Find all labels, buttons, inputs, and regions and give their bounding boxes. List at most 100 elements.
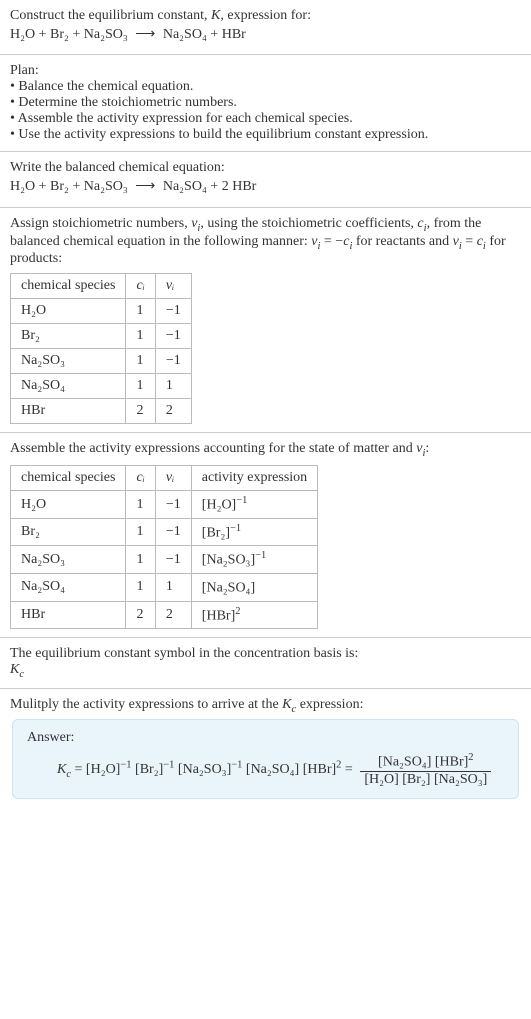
- cell-nu: 2: [155, 601, 191, 629]
- balanced-rhs: Na₂SO₄ + 2 HBr: [163, 179, 257, 194]
- arrow-icon: ⟶: [131, 179, 159, 194]
- balanced-section: Write the balanced chemical equation: H₂…: [0, 152, 531, 207]
- cell-species: HBr: [11, 399, 126, 424]
- cell-species: Na₂SO₃: [11, 546, 126, 574]
- table-row: HBr22[HBr]2: [11, 601, 318, 629]
- nu-rel2: νi: [453, 234, 462, 249]
- expr-base: [Na₂SO₄]: [202, 581, 255, 596]
- activity-intro-1: Assemble the activity expressions accoun…: [10, 441, 416, 456]
- pow: −1: [120, 759, 131, 770]
- cell-species: H₂O: [11, 491, 126, 519]
- cell-expr: [Na₂SO₃]−1: [191, 546, 317, 574]
- stoich-intro: Assign stoichiometric numbers, νi, using…: [10, 216, 521, 268]
- cell-species: H₂O: [11, 299, 126, 324]
- cell-c: 1: [126, 546, 155, 574]
- cell-c: 1: [126, 374, 155, 399]
- plan-item: • Balance the chemical equation.: [10, 79, 521, 95]
- cell-nu: 1: [155, 574, 191, 602]
- expr-base: [HBr]: [202, 608, 235, 623]
- plan-section: Plan: • Balance the chemical equation. •…: [0, 55, 531, 152]
- K: K: [10, 662, 19, 677]
- K: K: [57, 762, 66, 777]
- equation-rhs: Na₂SO₄ + HBr: [163, 27, 246, 42]
- cell-nu: −1: [155, 299, 191, 324]
- symbol-Kc: Kc: [10, 662, 521, 680]
- term: [Br₂]: [135, 762, 163, 777]
- cell-species: Br₂: [11, 518, 126, 546]
- activity-intro: Assemble the activity expressions accoun…: [10, 441, 521, 459]
- cell-c: 2: [126, 399, 155, 424]
- cell-nu: −1: [155, 546, 191, 574]
- cell-expr: [H₂O]−1: [191, 491, 317, 519]
- symbol-section: The equilibrium constant symbol in the c…: [0, 638, 531, 689]
- cell-species: Na₂SO₄: [11, 374, 126, 399]
- answer-box: Answer: Kc = [H₂O]−1 [Br₂]−1 [Na₂SO₃]−1 …: [12, 719, 519, 799]
- expr-base: [H₂O]: [202, 498, 236, 513]
- pow: −1: [163, 759, 174, 770]
- activity-intro-2: :: [425, 441, 429, 456]
- den-term: [Na₂SO₃]: [434, 772, 487, 787]
- expr-pow: −1: [255, 550, 266, 561]
- num-term: [HBr]: [435, 755, 468, 770]
- table-row: Br₂1−1: [11, 324, 192, 349]
- den-term: [Br₂]: [402, 772, 430, 787]
- eq-neg: = −: [320, 234, 343, 249]
- balanced-lhs: H₂O + Br₂ + Na₂SO₃: [10, 179, 128, 194]
- table-row: Na₂SO₃1−1[Na₂SO₃]−1: [11, 546, 318, 574]
- cell-species: Br₂: [11, 324, 126, 349]
- cell-c: 1: [126, 324, 155, 349]
- fraction: [Na₂SO₄] [HBr]2[H₂O] [Br₂] [Na₂SO₃]: [360, 752, 491, 788]
- plan-title: Plan:: [10, 63, 521, 79]
- c-header: cᵢ: [136, 470, 144, 485]
- col-c: cᵢ: [126, 274, 155, 299]
- prompt-text-1: Construct the equilibrium constant,: [10, 8, 211, 23]
- table-header-row: chemical species cᵢ νᵢ: [11, 274, 192, 299]
- term: [Na₂SO₄]: [246, 762, 299, 777]
- rel-tail-1: for reactants and: [352, 234, 452, 249]
- cell-c: 1: [126, 349, 155, 374]
- cell-species: Na₂SO₄: [11, 574, 126, 602]
- unbalanced-equation: H₂O + Br₂ + Na₂SO₃ ⟶ Na₂SO₄ + HBr: [10, 24, 521, 46]
- stoich-section: Assign stoichiometric numbers, νi, using…: [0, 208, 531, 434]
- col-c: cᵢ: [126, 466, 155, 491]
- eq-pos: =: [462, 234, 477, 249]
- c-header: cᵢ: [136, 278, 144, 293]
- stoich-intro-2: , using the stoichiometric coefficients,: [200, 216, 417, 231]
- cell-species: HBr: [11, 601, 126, 629]
- multiply-line: Mulitply the activity expressions to arr…: [10, 697, 521, 715]
- balanced-title: Write the balanced chemical equation:: [10, 160, 521, 176]
- expr-pow: −1: [230, 523, 241, 534]
- cell-c: 1: [126, 574, 155, 602]
- cell-c: 2: [126, 601, 155, 629]
- cell-c: 1: [126, 518, 155, 546]
- equals: =: [341, 762, 356, 777]
- expr-pow: −1: [236, 495, 247, 506]
- c-rel2: ci: [477, 234, 486, 249]
- prompt-line: Construct the equilibrium constant, K, e…: [10, 8, 521, 24]
- K-symbol: K: [211, 8, 220, 23]
- expr-base: [Na₂SO₃]: [202, 553, 255, 568]
- cell-nu: 2: [155, 399, 191, 424]
- table-row: Br₂1−1[Br₂]−1: [11, 518, 318, 546]
- pow: −1: [231, 759, 242, 770]
- expr-pow: 2: [235, 606, 240, 617]
- term: [H₂O]: [86, 762, 120, 777]
- equals: =: [71, 762, 86, 777]
- term: [Na₂SO₃]: [178, 762, 231, 777]
- arrow-icon: ⟶: [131, 27, 159, 42]
- plan-item: • Determine the stoichiometric numbers.: [10, 95, 521, 111]
- table-header-row: chemical species cᵢ νᵢ activity expressi…: [11, 466, 318, 491]
- nu-header: νᵢ: [166, 470, 174, 485]
- cell-expr: [Na₂SO₄]: [191, 574, 317, 602]
- cell-nu: −1: [155, 491, 191, 519]
- cell-c: 1: [126, 491, 155, 519]
- cell-nu: −1: [155, 324, 191, 349]
- table-row: Na₂SO₃1−1: [11, 349, 192, 374]
- cell-nu: 1: [155, 374, 191, 399]
- term: [HBr]: [303, 762, 336, 777]
- col-species: chemical species: [11, 274, 126, 299]
- symbol-line1: The equilibrium constant symbol in the c…: [10, 646, 521, 662]
- col-nu: νᵢ: [155, 466, 191, 491]
- plan-item: • Assemble the activity expression for e…: [10, 111, 521, 127]
- plan-item: • Use the activity expressions to build …: [10, 127, 521, 143]
